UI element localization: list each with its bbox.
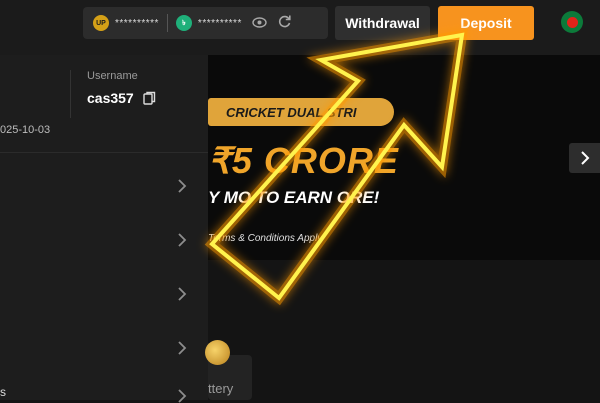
chevron-right-icon [178, 389, 187, 403]
chevron-right-icon [178, 179, 187, 193]
eye-icon[interactable] [252, 15, 267, 32]
menu-row-3[interactable] [0, 268, 208, 318]
username-label: Username [87, 70, 138, 82]
banner-terms: Terms & Conditions Apply [208, 233, 323, 244]
flag-dot [566, 16, 578, 28]
chevron-right-icon [580, 151, 589, 165]
menu-row-1[interactable] [0, 160, 208, 210]
chevron-right-icon [178, 287, 187, 301]
banner-tag: CRICKET DUAL STRI [208, 98, 394, 126]
chevron-right-icon [178, 341, 187, 355]
banner-tagline: Y MO TO EARN ORE! [208, 188, 380, 207]
registration-date: 025-10-03 [0, 124, 51, 136]
banner-amount: ₹5 CRORE [208, 140, 399, 181]
wallet-divider [166, 14, 168, 32]
menu-row-2[interactable] [0, 214, 208, 264]
balance-up-value: ********** [115, 17, 159, 29]
lottery-icon [205, 340, 230, 365]
panel-separator [0, 152, 208, 153]
balance-taka-value: ********** [197, 17, 242, 29]
deposit-button[interactable]: Deposit [438, 6, 534, 40]
panel-divider [70, 70, 71, 118]
username-value: cas357 [87, 90, 134, 106]
copy-icon[interactable] [143, 91, 156, 105]
category-lottery-label: ttery [208, 381, 234, 396]
chevron-right-icon [178, 233, 187, 247]
language-flag-icon[interactable] [561, 11, 583, 33]
sidebar-edge-text: s [0, 385, 6, 399]
wallet-balances: UP ********** ৳ ********** [83, 7, 328, 39]
banner-next-button[interactable] [569, 143, 600, 173]
withdraw-button[interactable]: Withdrawal [335, 6, 430, 40]
menu-row-5[interactable] [0, 376, 208, 403]
menu-row-4[interactable] [0, 322, 208, 372]
refresh-icon[interactable] [277, 14, 292, 33]
up-coin-icon: UP [93, 15, 109, 31]
taka-coin-icon: ৳ [175, 15, 192, 31]
